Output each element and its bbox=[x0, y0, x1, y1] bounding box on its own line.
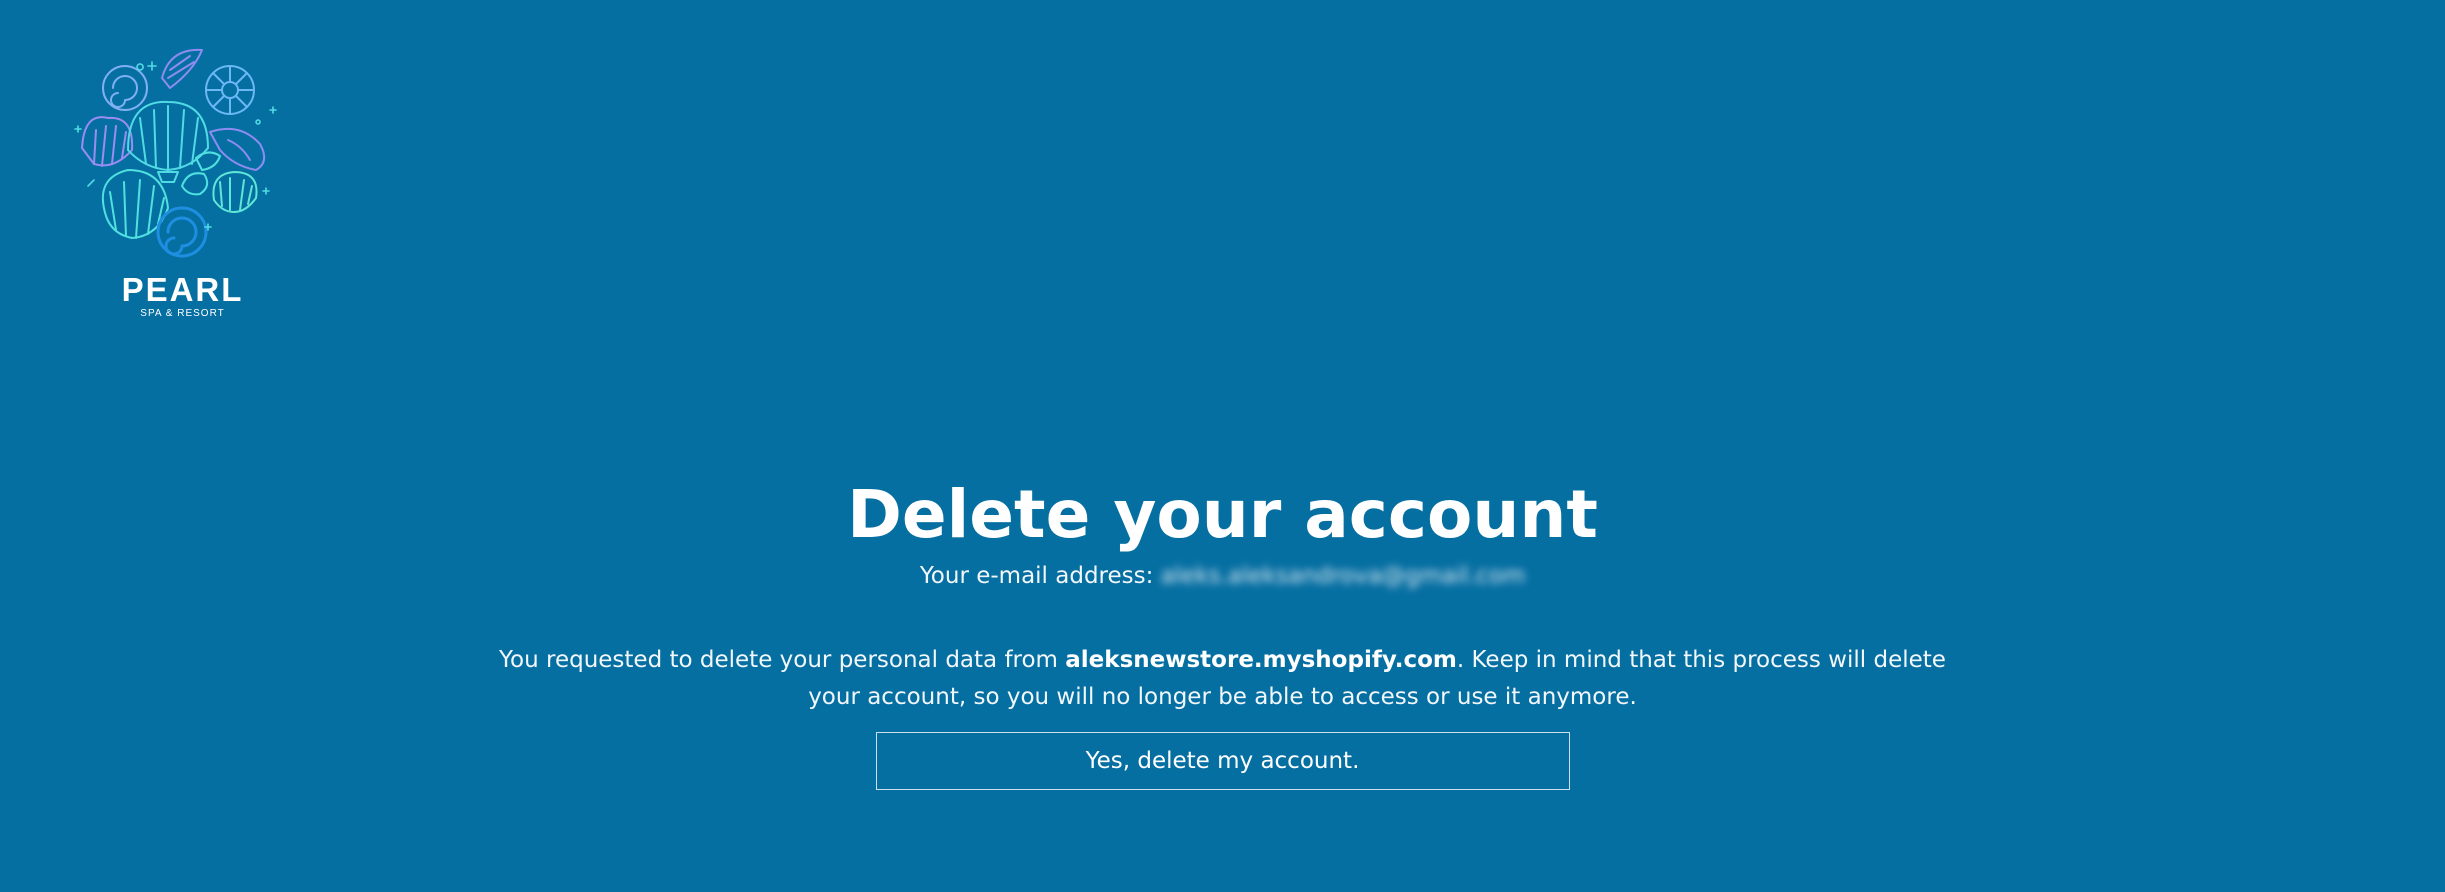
email-label: Your e-mail address: bbox=[919, 563, 1154, 589]
email-value: aleks.aleksandrova@gmail.com bbox=[1160, 563, 1526, 589]
email-line: Your e-mail address: aleks.aleksandrova@… bbox=[0, 560, 2445, 592]
brand-tagline: SPA & RESORT bbox=[140, 308, 225, 319]
store-domain: aleksnewstore.myshopify.com bbox=[1065, 647, 1457, 673]
delete-account-panel: Delete your account Your e-mail address:… bbox=[0, 470, 2445, 790]
brand-logo[interactable]: PEARL SPA & RESORT bbox=[70, 40, 295, 330]
brand-name: PEARL bbox=[121, 271, 244, 308]
description-text-start: You requested to delete your personal da… bbox=[499, 647, 1066, 673]
page-title: Delete your account bbox=[847, 476, 1598, 553]
delete-account-page: PEARL SPA & RESORT Delete your account Y… bbox=[0, 0, 2445, 892]
confirm-delete-account-button[interactable]: Yes, delete my account. bbox=[875, 732, 1570, 790]
seashells-logo-icon bbox=[74, 48, 277, 258]
deletion-description: You requested to delete your personal da… bbox=[483, 642, 1963, 716]
